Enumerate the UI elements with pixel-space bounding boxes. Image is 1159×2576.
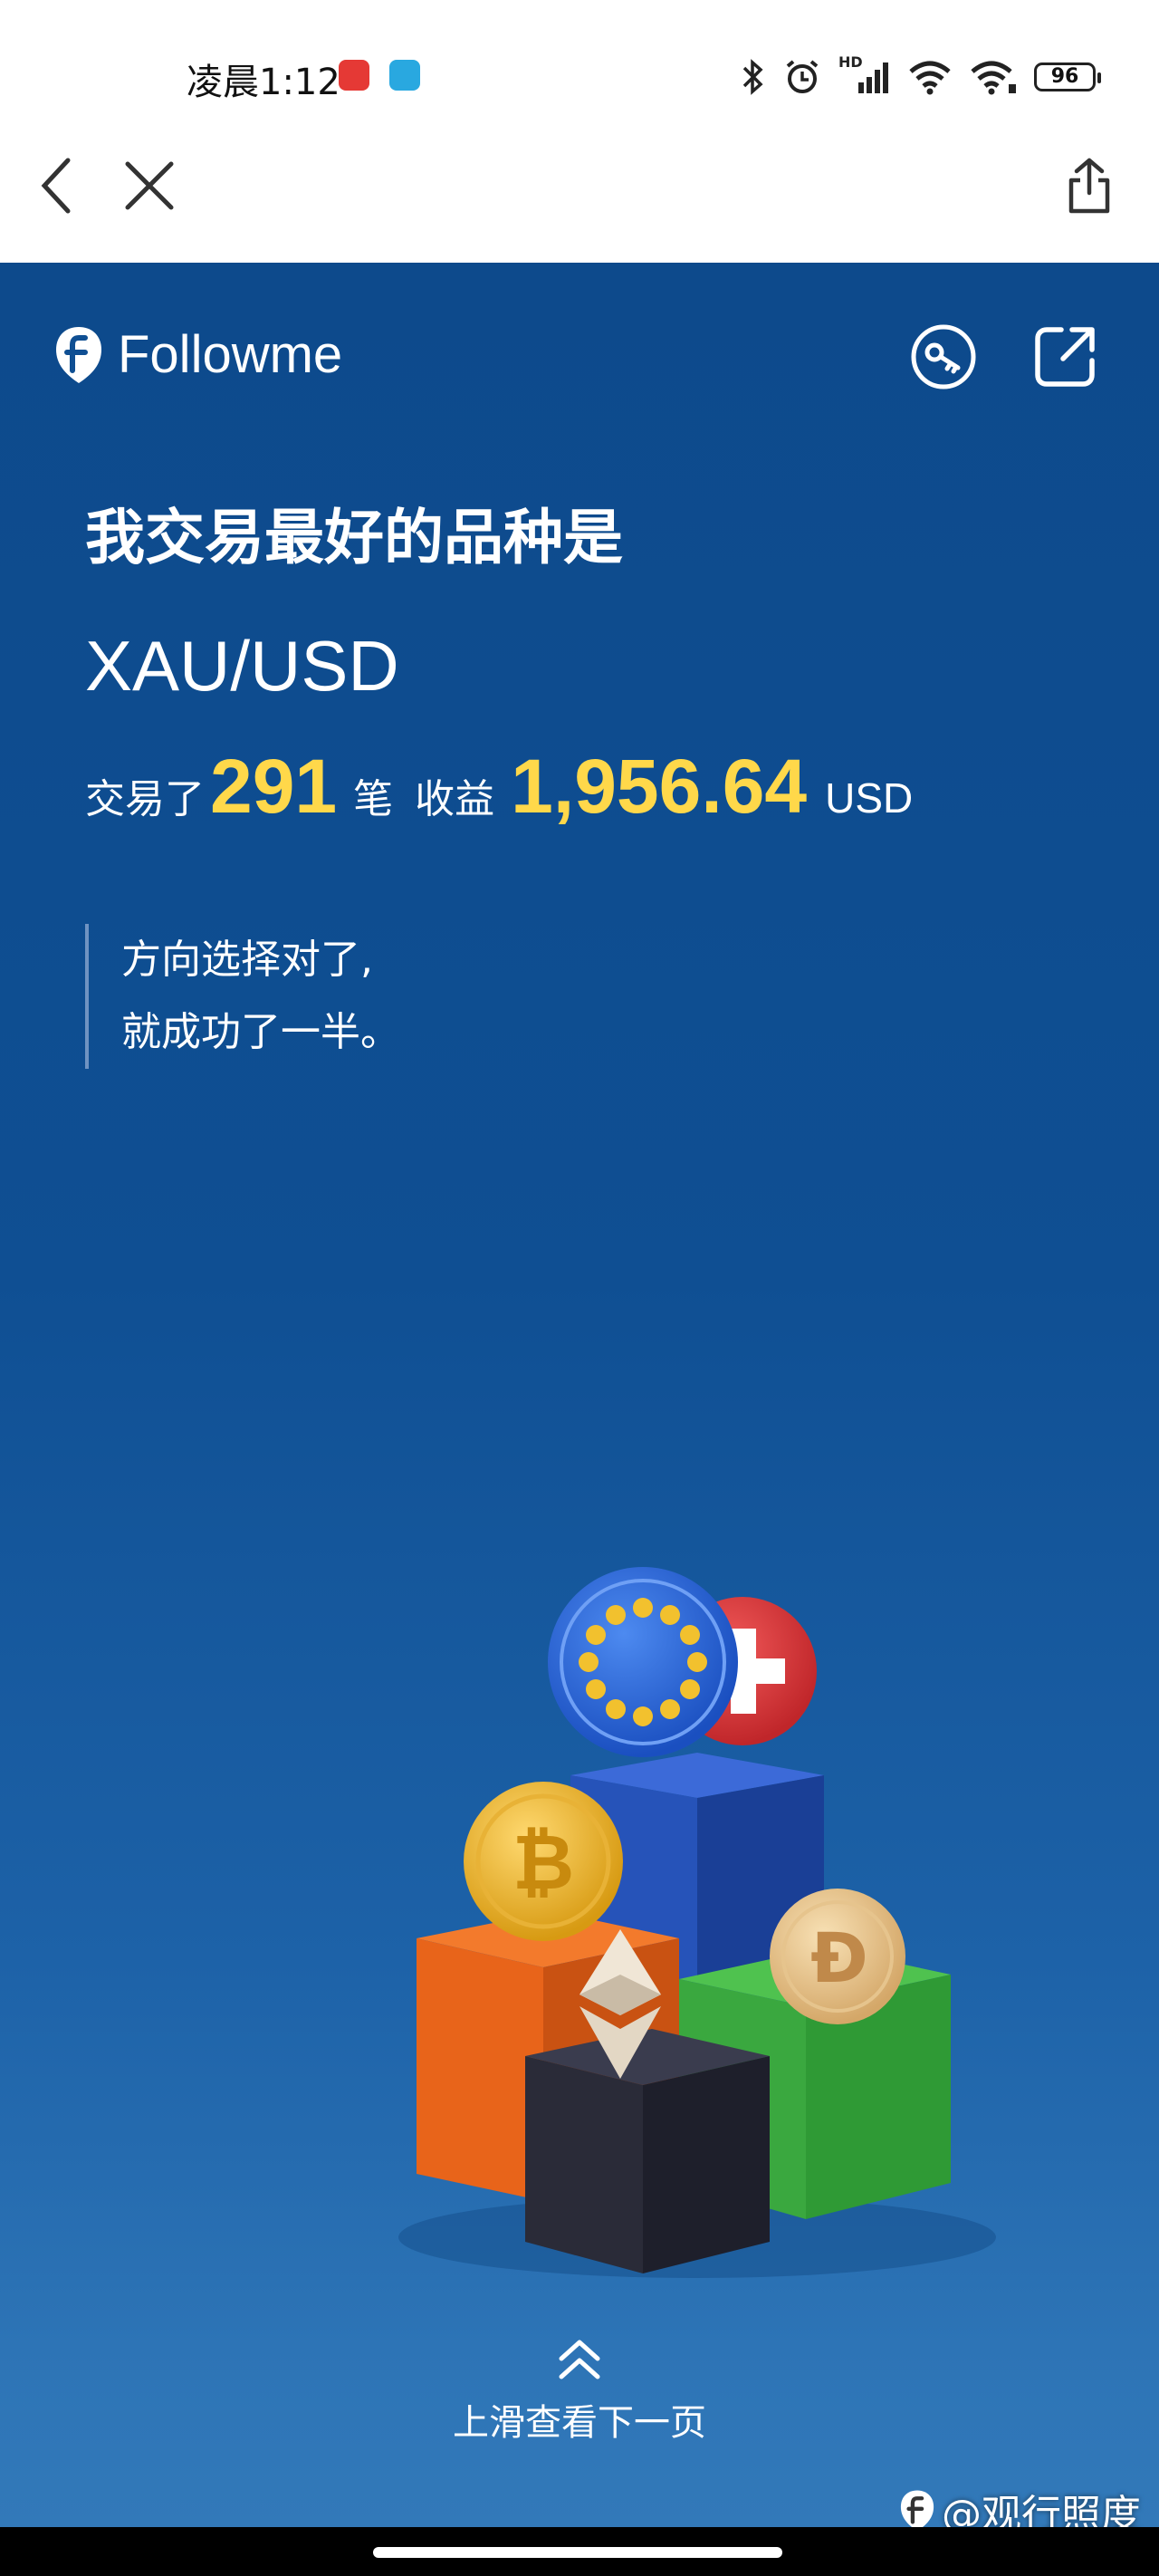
share-button[interactable]	[1058, 154, 1121, 217]
close-icon	[125, 161, 174, 210]
chevron-left-icon	[41, 158, 71, 214]
profit-label: 收益	[415, 776, 495, 822]
currency-label: USD	[825, 774, 914, 822]
status-icons: HD 96	[741, 53, 1101, 100]
external-link-button[interactable]	[1030, 322, 1099, 391]
share-icon	[1068, 158, 1110, 214]
quote-line: 就成功了一半。	[121, 1009, 400, 1055]
external-link-icon	[1035, 327, 1095, 387]
trade-count: 291	[210, 744, 338, 829]
double-chevron-up-icon	[559, 2340, 600, 2379]
traded-prefix: 交易了	[85, 776, 205, 822]
profit-value: 1,956.64	[511, 744, 808, 829]
key-button[interactable]	[909, 322, 978, 391]
cellular-signal-icon: HD	[838, 53, 891, 97]
best-symbol: XAU/USD	[85, 626, 399, 706]
trade-stats: 交易了 291 笔 收益 1,956.64 USD	[85, 743, 913, 831]
followme-logo-icon	[56, 326, 101, 383]
swipe-label: 上滑查看下一页	[453, 2402, 706, 2444]
status-time: 凌晨1:12	[187, 62, 340, 103]
notification-app-icon	[339, 60, 369, 91]
svg-text:₿: ₿	[512, 1818, 574, 1907]
alarm-icon	[786, 60, 819, 93]
key-icon	[911, 324, 976, 389]
report-headline: 我交易最好的品种是	[85, 503, 623, 572]
quote-block: 方向选择对了, 就成功了一半。	[85, 924, 400, 1069]
followme-logo-icon	[900, 2490, 934, 2532]
back-button[interactable]	[25, 154, 89, 217]
home-indicator[interactable]	[373, 2547, 782, 2558]
crypto-podium-illustration: ₿ Đ	[398, 1567, 996, 2278]
bluetooth-icon	[742, 59, 763, 95]
svg-text:Đ: Đ	[810, 1918, 868, 1998]
report-card: Followme 我交易最好的品种是 XAU/USD 交易了 291 笔 收益 …	[0, 263, 1159, 2527]
battery-indicator: 96	[1034, 62, 1101, 91]
brand: Followme	[53, 324, 342, 385]
wifi-icon	[909, 61, 951, 95]
swipe-hint[interactable]: 上滑查看下一页	[0, 2337, 1159, 2446]
wifi-icon	[971, 61, 1016, 95]
close-button[interactable]	[118, 154, 181, 217]
notification-app-icon	[389, 60, 420, 91]
quote-line: 方向选择对了,	[121, 937, 373, 983]
trade-unit: 笔	[353, 776, 394, 822]
brand-name: Followme	[118, 325, 343, 384]
status-bar: 凌晨1:12 HD 96	[0, 0, 1159, 145]
